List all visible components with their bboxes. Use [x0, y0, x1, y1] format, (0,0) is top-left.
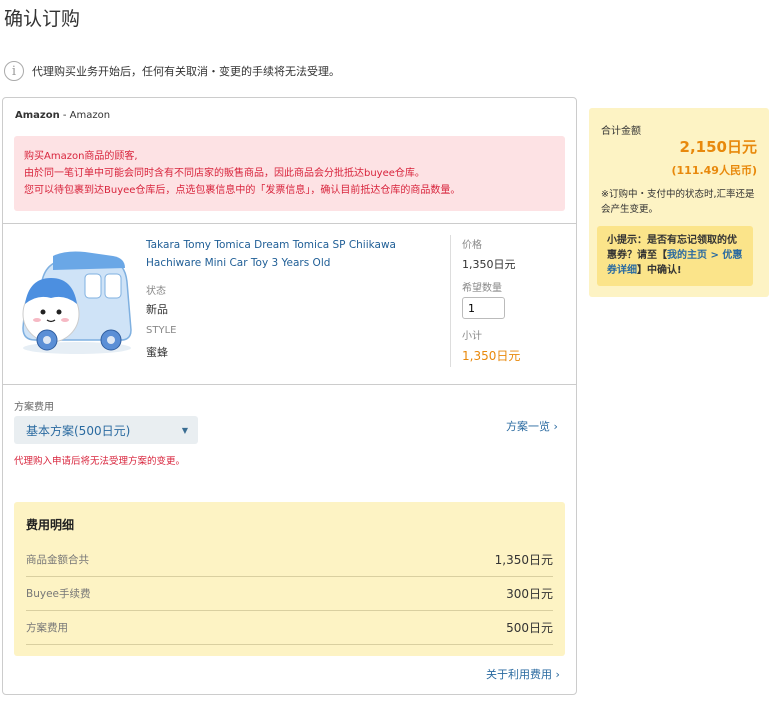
- fee-row: 方案费用 500日元: [26, 611, 553, 645]
- fee-title: 费用明细: [26, 518, 75, 532]
- coupon-tip: 小提示：是否有忘记领取的优惠券？请至【我的主页 > 优惠券详细】中确认!: [597, 226, 753, 286]
- fee-info-link[interactable]: 关于利用费用 ›: [486, 666, 560, 682]
- cancel-notice: i 代理购买业务开始后，任何有关取消・变更的手续将无法受理。: [4, 60, 340, 82]
- total-label: 合计金额: [601, 126, 641, 137]
- fee-row: Buyee手续费 300日元: [26, 577, 553, 611]
- status-label: 状态: [146, 286, 166, 297]
- fee-amount: 300日元: [506, 587, 553, 601]
- seller-sub: - Amazon: [59, 110, 111, 121]
- fee-breakdown: 费用明细 商品金额合共 1,350日元 Buyee手续费 300日元 方案费用 …: [14, 502, 565, 656]
- plan-select[interactable]: 基本方案(500日元) ▼: [14, 416, 198, 444]
- fee-amount: 1,350日元: [494, 553, 553, 567]
- subtotal-label: 小计: [462, 331, 482, 342]
- plan-label: 方案费用: [14, 402, 54, 413]
- style-value: 蜜蜂: [146, 346, 168, 359]
- alert-line: 您可以待包裹到达Buyee仓库后，点选包裹信息中的「发票信息」，确认目前抵达仓库…: [24, 185, 461, 196]
- divider: [3, 223, 576, 224]
- plan-list-label: 方案一览: [506, 420, 550, 433]
- fee-amount: 500日元: [506, 621, 553, 635]
- quantity-input[interactable]: [462, 297, 505, 319]
- page-title: 确认订购: [4, 8, 81, 30]
- plan-warning: 代理购入申请后将无法受理方案的变更。: [14, 456, 186, 467]
- seller-store: Amazon: [15, 110, 60, 121]
- divider: [3, 384, 576, 385]
- alert-line: 购买Amazon商品的顾客,: [24, 151, 138, 162]
- info-icon: i: [4, 61, 24, 81]
- notice-text: 代理购买业务开始后，任何有关取消・变更的手续将无法受理。: [32, 65, 340, 78]
- mypage-link[interactable]: 我的主页: [667, 250, 707, 261]
- order-panel: Amazon - Amazon 购买Amazon商品的顾客, 由於同一笔订单中可…: [2, 97, 577, 695]
- style-label: STYLE: [146, 325, 177, 336]
- plan-list-link[interactable]: 方案一览 ›: [506, 418, 558, 434]
- column-divider: [450, 235, 451, 367]
- product-name-link[interactable]: Takara Tomy Tomica Dream Tomica SP Chiik…: [146, 236, 446, 272]
- fee-label: 商品金额合共: [26, 554, 89, 566]
- fee-label: Buyee手续费: [26, 588, 91, 600]
- chevron-right-icon: ›: [553, 420, 558, 433]
- price-value: 1,350日元: [462, 258, 516, 271]
- fee-row: 商品金额合共 1,350日元: [26, 543, 553, 577]
- seller-name: Amazon - Amazon: [15, 110, 110, 121]
- chevron-down-icon: ▼: [181, 425, 188, 435]
- plan-selected: 基本方案(500日元): [26, 423, 131, 438]
- fee-info-label: 关于利用费用: [486, 668, 552, 681]
- order-summary: 合计金额 2,150日元 (111.49人民币) ※订购中・支付中的状态时,汇率…: [589, 108, 769, 297]
- chevron-right-icon: ›: [555, 668, 560, 681]
- alert-line: 由於同一笔订单中可能会同时含有不同店家的販售商品，因此商品会分批抵达buyee仓…: [24, 168, 425, 179]
- fee-label: 方案费用: [26, 622, 68, 634]
- rate-note: ※订购中・支付中的状态时,汇率还是会产生变更。: [601, 189, 755, 215]
- subtotal-value: 1,350日元: [462, 349, 521, 363]
- tip-sep: >: [707, 250, 723, 261]
- status-value: 新品: [146, 303, 168, 316]
- quantity-label: 希望数量: [462, 283, 502, 294]
- product-image[interactable]: [13, 248, 138, 358]
- total-rmb: (111.49人民币): [671, 164, 757, 177]
- price-label: 价格: [462, 240, 482, 251]
- total-value: 2,150日元: [679, 138, 757, 156]
- tip-text: 】中确认!: [637, 265, 682, 276]
- multi-store-alert: 购买Amazon商品的顾客, 由於同一笔订单中可能会同时含有不同店家的販售商品，…: [14, 136, 565, 211]
